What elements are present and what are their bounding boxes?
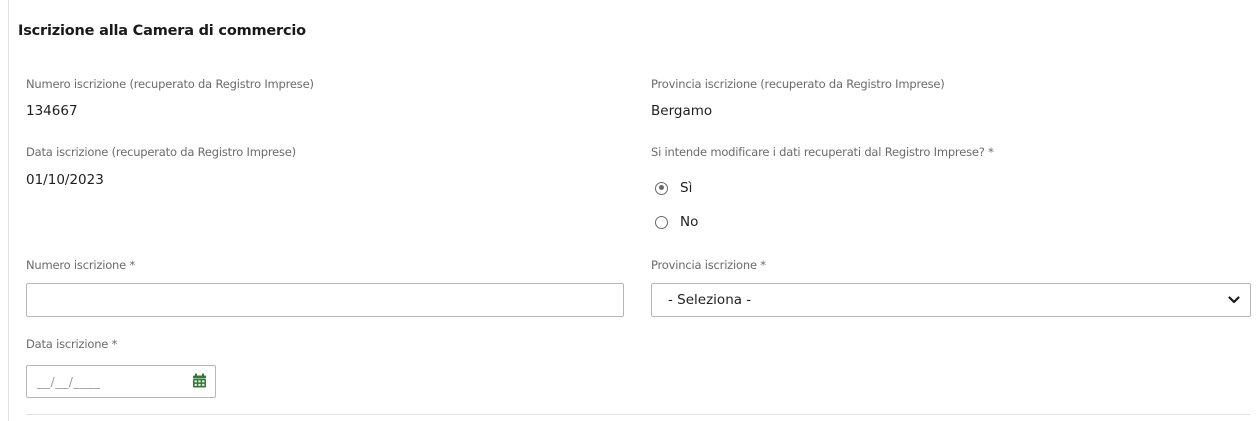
provincia-select-value: - Seleziona - [668,292,752,308]
chevron-down-icon [1228,296,1240,304]
modify-question-label: Si intende modificare i dati recuperati … [651,145,994,159]
registry-date-label: Data iscrizione (recuperato da Registro … [26,145,296,159]
registry-date-value: 01/10/2023 [26,172,104,188]
radio-label-no: No [680,214,699,230]
numero-iscrizione-input[interactable] [26,283,624,317]
radio-button-si[interactable] [655,181,668,195]
data-iscrizione-input[interactable]: __/__/____ [26,365,216,398]
registry-number-label: Numero iscrizione (recuperato da Registr… [26,77,314,91]
data-iscrizione-label: Data iscrizione * [26,337,118,351]
radio-option-no[interactable]: No [655,213,698,231]
form-section-frame [8,0,1257,421]
registry-province-label: Provincia iscrizione (recuperato da Regi… [651,77,945,91]
registry-number-value: 134667 [26,103,78,119]
section-title: Iscrizione alla Camera di commercio [18,23,306,39]
calendar-icon[interactable] [192,373,207,388]
radio-button-no[interactable] [655,215,668,229]
numero-iscrizione-label: Numero iscrizione * [26,258,136,272]
radio-label-si: Sì [680,180,693,196]
provincia-iscrizione-select[interactable]: - Seleziona - [651,283,1251,317]
section-divider [26,414,1250,415]
provincia-iscrizione-label: Provincia iscrizione * [651,258,766,272]
data-iscrizione-placeholder: __/__/____ [37,374,101,389]
radio-option-si[interactable]: Sì [655,179,692,197]
registry-province-value: Bergamo [651,103,713,119]
